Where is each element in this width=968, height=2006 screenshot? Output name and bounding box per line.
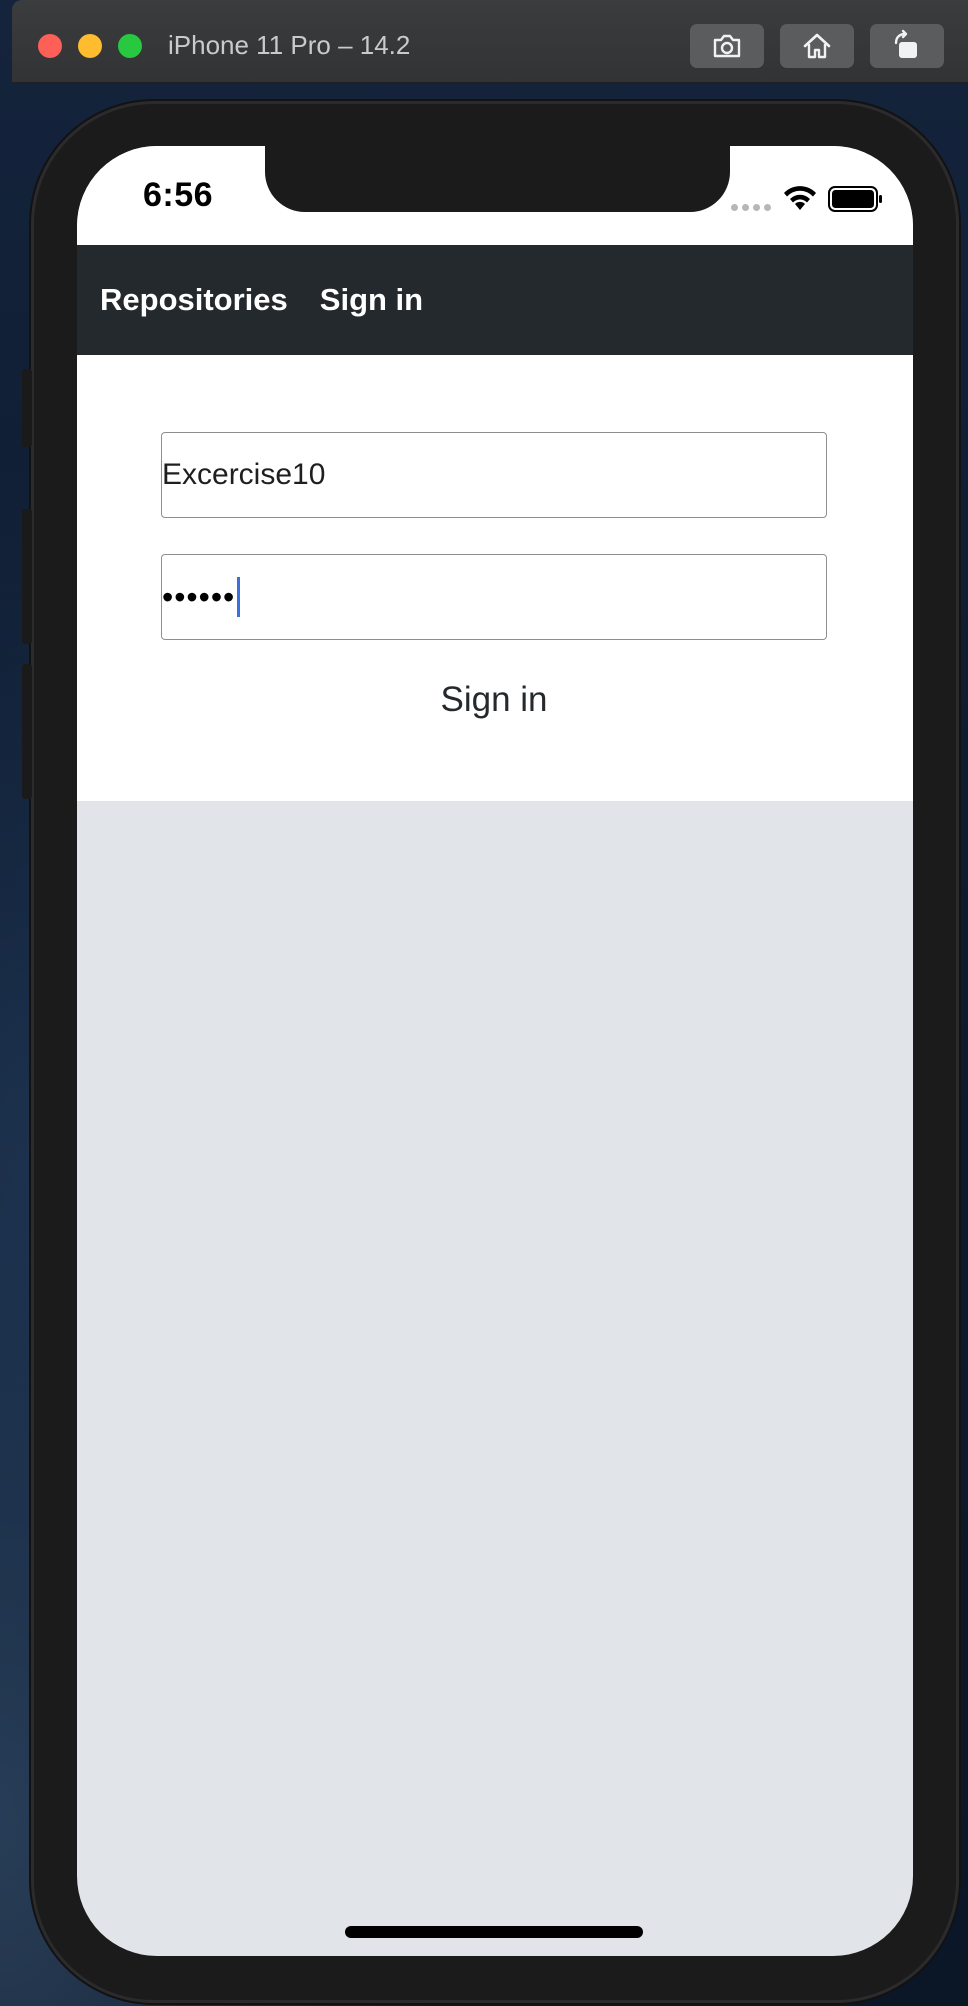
text-caret: [237, 577, 241, 617]
device-screen: 6:56 Repositories Sign in Excercise10 ••…: [77, 146, 913, 1956]
simulator-title-bar: iPhone 11 Pro – 14.2: [12, 0, 968, 83]
close-window-button[interactable]: [38, 34, 62, 58]
app-bar: Repositories Sign in: [77, 245, 913, 355]
rotate-button[interactable]: [870, 24, 944, 68]
status-time: 6:56: [143, 176, 214, 214]
signal-icon: [731, 204, 771, 211]
notch: [265, 146, 730, 212]
home-icon: [803, 33, 831, 59]
screenshot-button[interactable]: [690, 24, 764, 68]
wifi-icon: [784, 186, 816, 210]
minimize-window-button[interactable]: [78, 34, 102, 58]
tab-sign-in[interactable]: Sign in: [320, 282, 423, 318]
status-bar: 6:56: [77, 146, 913, 245]
sign-in-form: Excercise10 •••••• Sign in: [77, 355, 913, 801]
password-value: ••••••: [162, 578, 236, 615]
sign-in-button[interactable]: Sign in: [161, 672, 827, 728]
volume-up-button: [22, 509, 32, 644]
username-value: Excercise10: [162, 458, 326, 491]
window-title: iPhone 11 Pro – 14.2: [168, 30, 411, 60]
zoom-window-button[interactable]: [118, 34, 142, 58]
battery-icon: [828, 186, 882, 212]
volume-down-button: [22, 664, 32, 799]
screenshot-icon: [713, 34, 741, 58]
tab-repositories[interactable]: Repositories: [100, 282, 288, 318]
password-field[interactable]: ••••••: [161, 554, 827, 640]
mute-switch: [22, 369, 32, 447]
rotate-icon: [894, 29, 917, 58]
username-field[interactable]: Excercise10: [161, 432, 827, 518]
home-button[interactable]: [780, 24, 854, 68]
home-indicator[interactable]: [345, 1926, 643, 1938]
